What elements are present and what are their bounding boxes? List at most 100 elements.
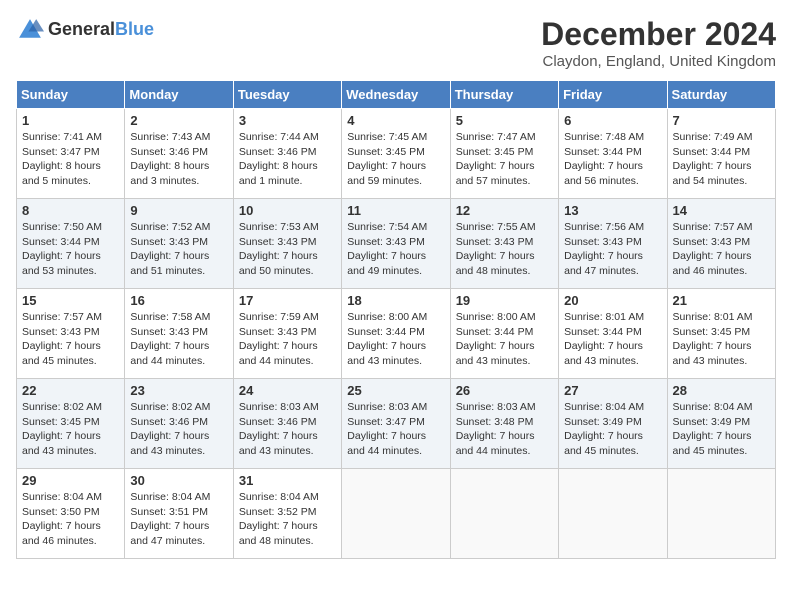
day-number: 26 (456, 383, 553, 398)
day-number: 18 (347, 293, 444, 308)
day-number: 22 (22, 383, 119, 398)
day-info: Sunrise: 8:01 AMSunset: 3:44 PMDaylight:… (564, 310, 661, 369)
day-info: Sunrise: 7:55 AMSunset: 3:43 PMDaylight:… (456, 220, 553, 279)
column-header-tuesday: Tuesday (233, 81, 341, 109)
calendar-cell: 8 Sunrise: 7:50 AMSunset: 3:44 PMDaylight… (17, 199, 125, 289)
day-info: Sunrise: 7:47 AMSunset: 3:45 PMDaylight:… (456, 130, 553, 189)
day-number: 1 (22, 113, 119, 128)
day-number: 14 (673, 203, 770, 218)
day-info: Sunrise: 7:57 AMSunset: 3:43 PMDaylight:… (673, 220, 770, 279)
calendar-week-row: 22 Sunrise: 8:02 AMSunset: 3:45 PMDayligh… (17, 379, 776, 469)
day-number: 28 (673, 383, 770, 398)
day-number: 3 (239, 113, 336, 128)
calendar-cell: 21 Sunrise: 8:01 AMSunset: 3:45 PMDayligh… (667, 289, 775, 379)
day-info: Sunrise: 7:52 AMSunset: 3:43 PMDaylight:… (130, 220, 227, 279)
calendar-cell: 7Sunrise: 7:49 AMSunset: 3:44 PMDaylight… (667, 109, 775, 199)
calendar-cell: 2 Sunrise: 7:43 AMSunset: 3:46 PMDaylight… (125, 109, 233, 199)
location-subtitle: Claydon, England, United Kingdom (541, 53, 776, 70)
calendar-cell: 23Sunrise: 8:02 AMSunset: 3:46 PMDayligh… (125, 379, 233, 469)
day-info: Sunrise: 8:02 AMSunset: 3:45 PMDaylight:… (22, 400, 119, 459)
column-header-monday: Monday (125, 81, 233, 109)
calendar-cell: 14 Sunrise: 7:57 AMSunset: 3:43 PMDayligh… (667, 199, 775, 289)
calendar-table: SundayMondayTuesdayWednesdayThursdayFrid… (16, 80, 776, 559)
calendar-cell: 30Sunrise: 8:04 AMSunset: 3:51 PMDayligh… (125, 469, 233, 559)
day-info: Sunrise: 7:48 AMSunset: 3:44 PMDaylight:… (564, 130, 661, 189)
logo-text-general: General (48, 19, 115, 39)
day-info: Sunrise: 8:04 AMSunset: 3:52 PMDaylight:… (239, 490, 336, 549)
calendar-cell: 29 Sunrise: 8:04 AMSunset: 3:50 PMDayligh… (17, 469, 125, 559)
calendar-cell: 22 Sunrise: 8:02 AMSunset: 3:45 PMDayligh… (17, 379, 125, 469)
calendar-cell: 27Sunrise: 8:04 AMSunset: 3:49 PMDayligh… (559, 379, 667, 469)
calendar-week-row: 8 Sunrise: 7:50 AMSunset: 3:44 PMDaylight… (17, 199, 776, 289)
page-header: GeneralBlue December 2024 Claydon, Engla… (16, 16, 776, 70)
day-number: 6 (564, 113, 661, 128)
logo-text-blue: Blue (115, 19, 154, 39)
day-number: 29 (22, 473, 119, 488)
day-info: Sunrise: 8:04 AMSunset: 3:51 PMDaylight:… (130, 490, 227, 549)
calendar-cell: 9 Sunrise: 7:52 AMSunset: 3:43 PMDaylight… (125, 199, 233, 289)
day-info: Sunrise: 7:54 AMSunset: 3:43 PMDaylight:… (347, 220, 444, 279)
calendar-week-row: 1 Sunrise: 7:41 AMSunset: 3:47 PMDaylight… (17, 109, 776, 199)
day-number: 17 (239, 293, 336, 308)
day-number: 9 (130, 203, 227, 218)
column-header-sunday: Sunday (17, 81, 125, 109)
calendar-week-row: 15 Sunrise: 7:57 AMSunset: 3:43 PMDayligh… (17, 289, 776, 379)
day-info: Sunrise: 8:04 AMSunset: 3:49 PMDaylight:… (673, 400, 770, 459)
calendar-cell: 17 Sunrise: 7:59 AMSunset: 3:43 PMDayligh… (233, 289, 341, 379)
calendar-cell: 18Sunrise: 8:00 AMSunset: 3:44 PMDayligh… (342, 289, 450, 379)
day-number: 10 (239, 203, 336, 218)
day-number: 19 (456, 293, 553, 308)
logo: GeneralBlue (16, 16, 154, 44)
day-number: 4 (347, 113, 444, 128)
title-block: December 2024 Claydon, England, United K… (541, 16, 776, 70)
day-info: Sunrise: 7:59 AMSunset: 3:43 PMDaylight:… (239, 310, 336, 369)
day-info: Sunrise: 8:03 AMSunset: 3:47 PMDaylight:… (347, 400, 444, 459)
calendar-cell: 26Sunrise: 8:03 AMSunset: 3:48 PMDayligh… (450, 379, 558, 469)
column-header-saturday: Saturday (667, 81, 775, 109)
calendar-cell (450, 469, 558, 559)
calendar-cell (667, 469, 775, 559)
day-info: Sunrise: 8:01 AMSunset: 3:45 PMDaylight:… (673, 310, 770, 369)
day-info: Sunrise: 7:57 AMSunset: 3:43 PMDaylight:… (22, 310, 119, 369)
column-header-thursday: Thursday (450, 81, 558, 109)
day-number: 25 (347, 383, 444, 398)
day-number: 23 (130, 383, 227, 398)
column-header-friday: Friday (559, 81, 667, 109)
day-number: 24 (239, 383, 336, 398)
day-info: Sunrise: 8:04 AMSunset: 3:50 PMDaylight:… (22, 490, 119, 549)
calendar-cell: 3Sunrise: 7:44 AMSunset: 3:46 PMDaylight… (233, 109, 341, 199)
day-number: 7 (673, 113, 770, 128)
day-info: Sunrise: 8:04 AMSunset: 3:49 PMDaylight:… (564, 400, 661, 459)
day-info: Sunrise: 7:58 AMSunset: 3:43 PMDaylight:… (130, 310, 227, 369)
day-number: 11 (347, 203, 444, 218)
calendar-cell: 24 Sunrise: 8:03 AMSunset: 3:46 PMDayligh… (233, 379, 341, 469)
month-title: December 2024 (541, 16, 776, 53)
day-info: Sunrise: 7:41 AMSunset: 3:47 PMDaylight:… (22, 130, 119, 189)
day-number: 2 (130, 113, 227, 128)
calendar-cell: 6 Sunrise: 7:48 AMSunset: 3:44 PMDaylight… (559, 109, 667, 199)
logo-icon (16, 16, 44, 44)
day-info: Sunrise: 8:03 AMSunset: 3:46 PMDaylight:… (239, 400, 336, 459)
day-info: Sunrise: 7:56 AMSunset: 3:43 PMDaylight:… (564, 220, 661, 279)
day-number: 12 (456, 203, 553, 218)
calendar-cell: 25 Sunrise: 8:03 AMSunset: 3:47 PMDayligh… (342, 379, 450, 469)
calendar-cell (559, 469, 667, 559)
calendar-cell: 15 Sunrise: 7:57 AMSunset: 3:43 PMDayligh… (17, 289, 125, 379)
day-number: 31 (239, 473, 336, 488)
calendar-cell: 20 Sunrise: 8:01 AMSunset: 3:44 PMDayligh… (559, 289, 667, 379)
day-info: Sunrise: 8:00 AMSunset: 3:44 PMDaylight:… (456, 310, 553, 369)
calendar-cell: 1 Sunrise: 7:41 AMSunset: 3:47 PMDaylight… (17, 109, 125, 199)
column-header-wednesday: Wednesday (342, 81, 450, 109)
day-info: Sunrise: 7:50 AMSunset: 3:44 PMDaylight:… (22, 220, 119, 279)
calendar-cell: 12 Sunrise: 7:55 AMSunset: 3:43 PMDayligh… (450, 199, 558, 289)
calendar-cell (342, 469, 450, 559)
day-info: Sunrise: 7:43 AMSunset: 3:46 PMDaylight:… (130, 130, 227, 189)
day-number: 16 (130, 293, 227, 308)
day-info: Sunrise: 7:45 AMSunset: 3:45 PMDaylight:… (347, 130, 444, 189)
day-number: 20 (564, 293, 661, 308)
day-number: 8 (22, 203, 119, 218)
day-number: 15 (22, 293, 119, 308)
day-number: 5 (456, 113, 553, 128)
calendar-cell: 16 Sunrise: 7:58 AMSunset: 3:43 PMDayligh… (125, 289, 233, 379)
day-number: 21 (673, 293, 770, 308)
